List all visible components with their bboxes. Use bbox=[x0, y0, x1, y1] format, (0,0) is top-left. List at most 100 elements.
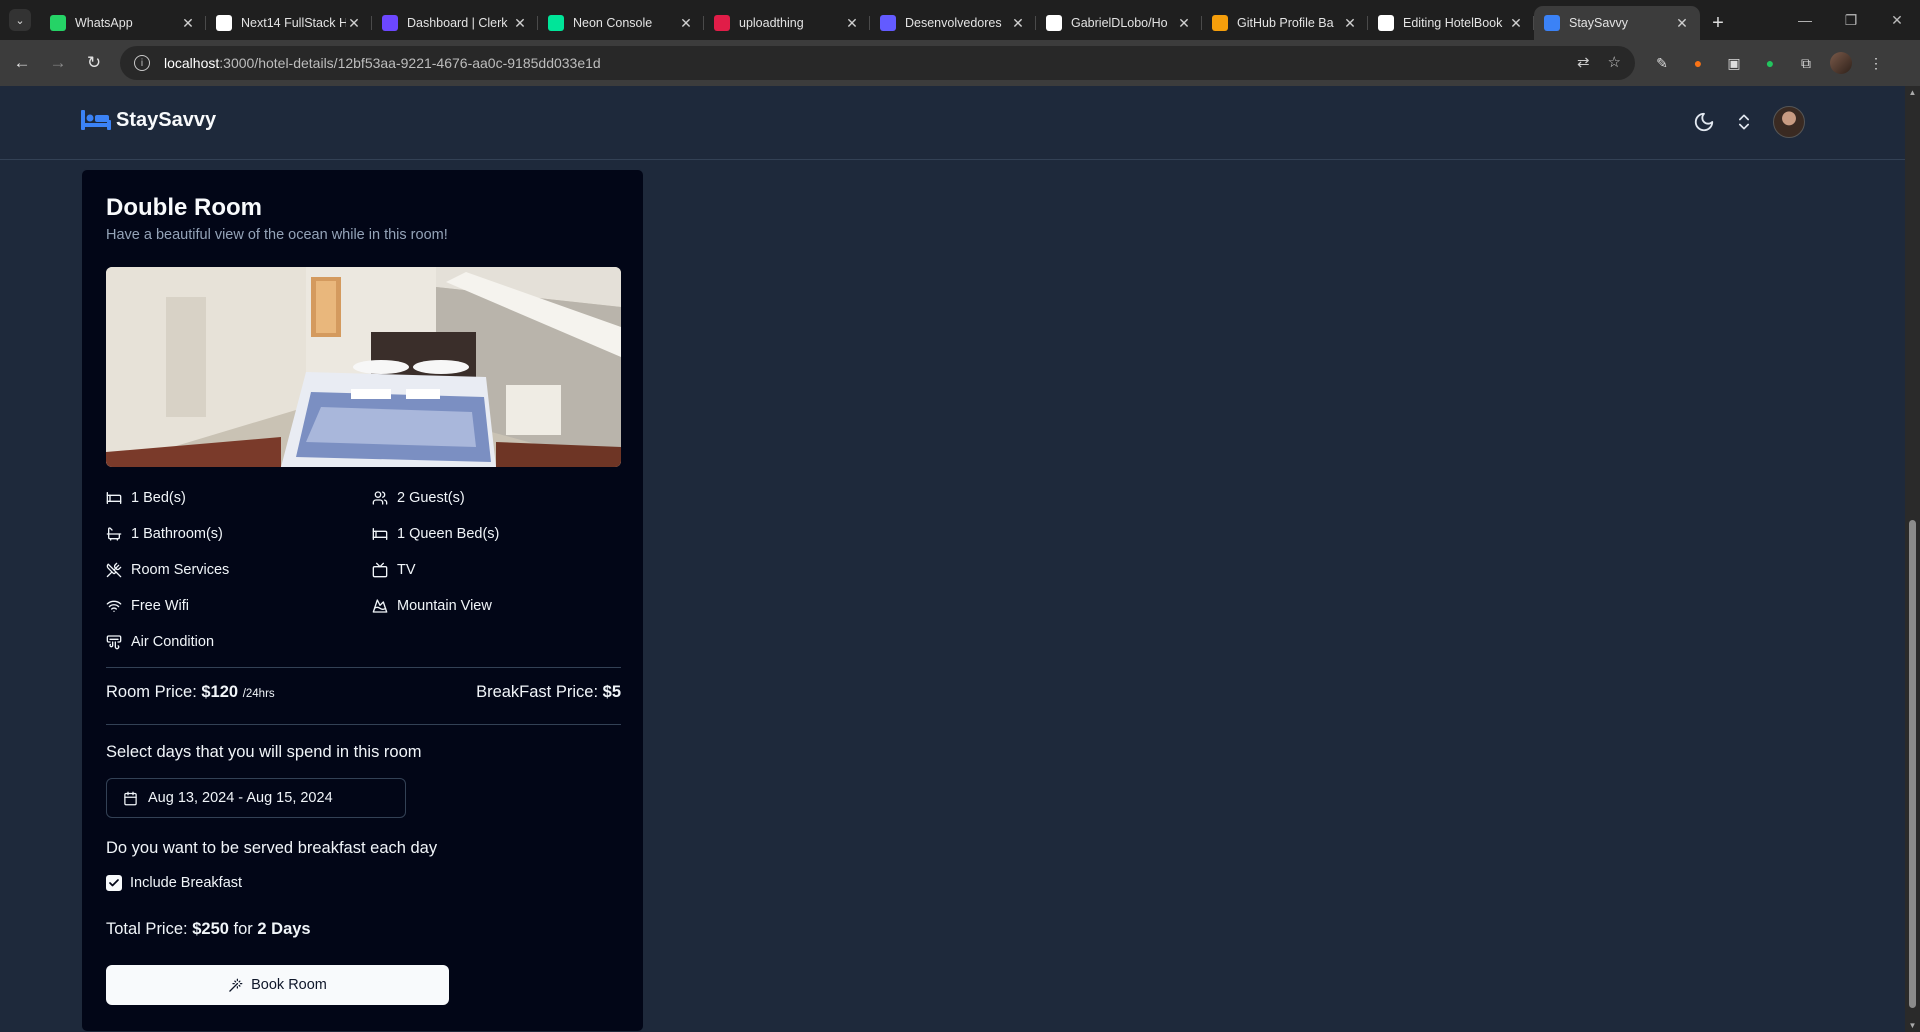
kebab-menu-icon[interactable]: ⋮ bbox=[1864, 46, 1888, 80]
users-icon bbox=[372, 490, 388, 505]
room-price-value: $120 bbox=[201, 683, 239, 701]
mountain-icon bbox=[372, 598, 388, 613]
room-price-unit: /24hrs bbox=[242, 688, 275, 700]
tab-favicon-icon bbox=[1046, 15, 1062, 31]
page-scrollbar[interactable]: ▲ ▼ bbox=[1905, 86, 1920, 1032]
forward-button[interactable]: → bbox=[40, 45, 76, 81]
amenity-item: Room Services bbox=[106, 560, 372, 579]
browser-tab[interactable]: Dashboard | Clerk ✕ bbox=[372, 6, 538, 40]
tab-close-icon[interactable]: ✕ bbox=[1508, 15, 1524, 32]
amenity-label: Air Condition bbox=[131, 633, 215, 650]
tab-title: Next14 FullStack H bbox=[241, 16, 346, 30]
room-card: Double Room Have a beautiful view of the… bbox=[81, 169, 644, 1032]
chevrons-up-down-icon[interactable] bbox=[1733, 111, 1755, 133]
tab-close-icon[interactable]: ✕ bbox=[678, 15, 694, 32]
browser-tab[interactable]: WhatsApp ✕ bbox=[40, 6, 206, 40]
minimize-icon[interactable]: — bbox=[1782, 0, 1828, 40]
tab-favicon-icon bbox=[1544, 15, 1560, 31]
address-bar[interactable]: i localhost:3000/hotel-details/12bf53aa-… bbox=[120, 46, 1635, 80]
amenity-label: TV bbox=[397, 561, 416, 578]
new-tab-button[interactable]: + bbox=[1700, 6, 1736, 40]
url-host: localhost bbox=[164, 55, 220, 71]
brand-link[interactable]: StaySavvy bbox=[80, 108, 216, 132]
window-controls: — ❐ ✕ bbox=[1782, 0, 1920, 40]
tab-title: uploadthing bbox=[739, 16, 804, 30]
amenities-list: 1 Bed(s) 2 Guest(s) 1 Bathroom(s) 1 Queen B… bbox=[106, 488, 621, 651]
amenity-item: Free Wifi bbox=[106, 596, 372, 615]
browser-tab[interactable]: StaySavvy ✕ bbox=[1534, 6, 1700, 40]
browser-tab[interactable]: Neon Console ✕ bbox=[538, 6, 704, 40]
tab-close-icon[interactable]: ✕ bbox=[346, 15, 362, 32]
tab-close-icon[interactable]: ✕ bbox=[512, 15, 528, 32]
breakfast-question: Do you want to be served breakfast each … bbox=[106, 839, 438, 857]
tab-close-icon[interactable]: ✕ bbox=[1674, 15, 1690, 32]
tab-title: GitHub Profile Ba bbox=[1237, 16, 1334, 30]
bookmark-star-icon[interactable]: ☆ bbox=[1608, 53, 1621, 71]
include-breakfast-row[interactable]: Include Breakfast bbox=[106, 875, 242, 891]
reload-button[interactable]: ↻ bbox=[76, 45, 112, 81]
utensils-icon bbox=[106, 562, 122, 577]
tab-title: Desenvolvedores bbox=[905, 16, 1002, 30]
room-photo bbox=[106, 267, 621, 467]
scroll-up-arrow[interactable]: ▲ bbox=[1905, 88, 1920, 97]
include-breakfast-checkbox[interactable] bbox=[106, 875, 122, 891]
date-range-value: Aug 13, 2024 - Aug 15, 2024 bbox=[148, 790, 333, 806]
close-window-icon[interactable]: ✕ bbox=[1874, 0, 1920, 40]
divider bbox=[106, 724, 621, 725]
divider bbox=[106, 667, 621, 668]
tab-close-icon[interactable]: ✕ bbox=[844, 15, 860, 32]
orange-extension-icon[interactable]: ● bbox=[1686, 46, 1710, 80]
browser-tab[interactable]: Editing HotelBook ✕ bbox=[1368, 6, 1534, 40]
include-breakfast-label: Include Breakfast bbox=[130, 875, 243, 891]
tab-close-icon[interactable]: ✕ bbox=[1176, 15, 1192, 32]
puzzle-extensions-icon[interactable]: ⧉ bbox=[1794, 46, 1818, 80]
profile-avatar[interactable] bbox=[1830, 52, 1852, 74]
tab-close-icon[interactable]: ✕ bbox=[180, 15, 196, 32]
tab-favicon-icon bbox=[880, 15, 896, 31]
breakfast-price-label: BreakFast Price: bbox=[476, 683, 599, 701]
wifi-icon bbox=[106, 600, 122, 612]
scroll-down-arrow[interactable]: ▼ bbox=[1905, 1021, 1920, 1030]
moon-icon[interactable] bbox=[1693, 111, 1715, 133]
tab-favicon-icon bbox=[714, 15, 730, 31]
tab-close-icon[interactable]: ✕ bbox=[1010, 15, 1026, 32]
grey-extension-icon[interactable]: ▣ bbox=[1722, 46, 1746, 80]
book-room-button[interactable]: Book Room bbox=[106, 965, 449, 1005]
amenity-item: TV bbox=[372, 560, 621, 579]
restore-icon[interactable]: ❐ bbox=[1828, 0, 1874, 40]
amenity-item: Air Condition bbox=[106, 632, 372, 651]
amenity-item: 1 Bathroom(s) bbox=[106, 524, 372, 543]
date-range-picker[interactable]: Aug 13, 2024 - Aug 15, 2024 bbox=[106, 778, 406, 818]
translate-icon[interactable]: ⇄ bbox=[1577, 53, 1590, 71]
amenity-item: Mountain View bbox=[372, 596, 621, 615]
site-info-icon[interactable]: i bbox=[134, 55, 150, 71]
browser-tabs: WhatsApp ✕ Next14 FullStack H ✕ Dashboard | … bbox=[40, 6, 1700, 40]
browser-tab-strip: ⌄ WhatsApp ✕ Next14 FullStack H ✕ Dashboard … bbox=[0, 0, 1920, 40]
room-price: Room Price: $120 /24hrs bbox=[106, 683, 275, 702]
browser-tab[interactable]: GitHub Profile Ba ✕ bbox=[1202, 6, 1368, 40]
eyedropper-extension-icon[interactable]: ✎ bbox=[1650, 46, 1674, 80]
total-price: Total Price: $250 for 2 Days bbox=[106, 920, 311, 939]
breakfast-price-value: $5 bbox=[602, 683, 621, 701]
green-extension-icon[interactable]: ● bbox=[1758, 46, 1782, 80]
extensions-area: ✎ ● ▣ ● ⧉ ⋮ bbox=[1650, 46, 1888, 80]
back-button[interactable]: ← bbox=[4, 45, 40, 81]
browser-tab[interactable]: Next14 FullStack H ✕ bbox=[206, 6, 372, 40]
total-label: Total Price: bbox=[106, 920, 188, 938]
scrollbar-thumb[interactable] bbox=[1909, 520, 1916, 1008]
total-days: 2 Days bbox=[257, 920, 311, 938]
browser-tab[interactable]: GabrielDLobo/Ho ✕ bbox=[1036, 6, 1202, 40]
room-title: Double Room bbox=[106, 194, 262, 221]
amenity-label: Mountain View bbox=[397, 597, 492, 614]
browser-tab[interactable]: uploadthing ✕ bbox=[704, 6, 870, 40]
bed-icon bbox=[106, 491, 122, 504]
amenity-label: 1 Queen Bed(s) bbox=[397, 525, 500, 542]
room-description: Have a beautiful view of the ocean while… bbox=[106, 227, 448, 243]
browser-tab[interactable]: Desenvolvedores ✕ bbox=[870, 6, 1036, 40]
amenity-item: 2 Guest(s) bbox=[372, 488, 621, 507]
tab-search-button[interactable]: ⌄ bbox=[0, 0, 40, 40]
user-avatar[interactable] bbox=[1773, 106, 1805, 138]
total-value: $250 bbox=[192, 920, 229, 938]
room-price-label: Room Price: bbox=[106, 683, 197, 701]
tab-close-icon[interactable]: ✕ bbox=[1342, 15, 1358, 32]
